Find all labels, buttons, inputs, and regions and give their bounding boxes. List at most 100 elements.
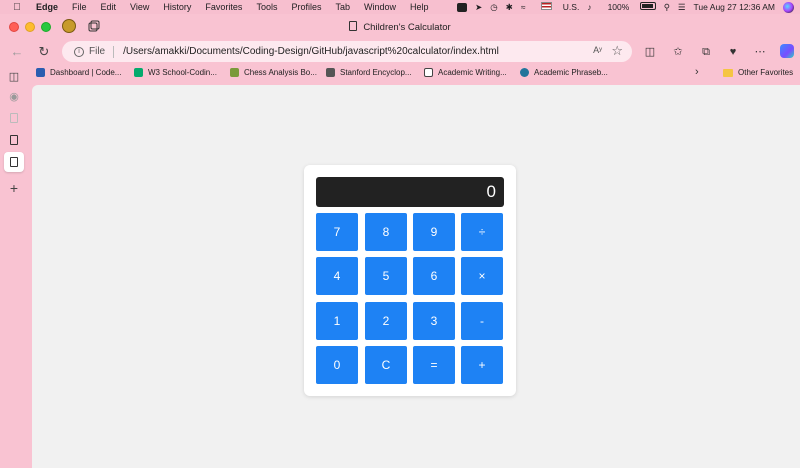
time-machine-icon[interactable]: ◷ xyxy=(490,2,497,13)
sidebar-tab-document[interactable] xyxy=(6,132,22,148)
bluetooth-icon[interactable]: ✱ xyxy=(506,2,513,13)
tab-panel-icon[interactable]: ◫ xyxy=(6,68,22,84)
sidebar-tab-document[interactable] xyxy=(6,110,22,126)
vertical-tabs: ◫ ◉ + xyxy=(0,71,30,468)
favorite-item[interactable]: Stanford Encyclop... xyxy=(326,68,412,77)
other-favorites[interactable]: Other Favorites xyxy=(723,68,793,77)
menu-window[interactable]: Window xyxy=(364,2,396,12)
key-4[interactable]: 4 xyxy=(316,257,358,295)
calculator: 0 7 8 9 ÷ 4 5 6 × 1 2 3 - 0 C = + xyxy=(304,165,516,396)
window-title-bar: Children's Calculator xyxy=(0,14,800,40)
document-icon xyxy=(10,135,18,145)
battery-status[interactable]: 100% xyxy=(600,2,656,12)
menu-app-edge[interactable]: Edge xyxy=(36,2,58,12)
favorite-label: Chess Analysis Bo... xyxy=(244,68,317,77)
back-button[interactable]: ← xyxy=(9,44,25,60)
wifi-icon[interactable]: ≈ xyxy=(521,2,526,12)
key-8[interactable]: 8 xyxy=(365,213,407,251)
menu-view[interactable]: View xyxy=(130,2,149,12)
address-divider xyxy=(113,45,115,58)
window-title-text: Children's Calculator xyxy=(363,22,451,33)
calculator-display: 0 xyxy=(316,177,504,207)
clock[interactable]: Tue Aug 27 12:36 AM xyxy=(694,2,775,12)
split-screen-icon[interactable]: ◫ xyxy=(642,44,658,60)
control-center-icon[interactable]: ☰ xyxy=(678,2,686,13)
favorite-item[interactable]: Chess Analysis Bo... xyxy=(230,68,317,77)
menu-edit[interactable]: Edit xyxy=(101,2,117,12)
menu-file[interactable]: File xyxy=(72,2,87,12)
url-text[interactable]: /Users/amakki/Documents/Coding-Design/Gi… xyxy=(123,46,499,57)
rocket-icon[interactable]: ➤ xyxy=(475,2,482,13)
menu-help[interactable]: Help xyxy=(410,2,429,12)
favorite-label: Academic Writing... xyxy=(438,68,507,77)
siri-icon[interactable] xyxy=(783,1,794,13)
favorites-icon[interactable]: ✩ xyxy=(670,44,686,60)
key-7[interactable]: 7 xyxy=(316,213,358,251)
key-equals[interactable]: = xyxy=(413,346,455,384)
document-icon xyxy=(10,113,18,123)
menu-tools[interactable]: Tools xyxy=(256,2,277,12)
favorite-label: Academic Phraseb... xyxy=(534,68,608,77)
new-tab-plus-icon[interactable]: + xyxy=(6,180,22,196)
other-favorites-label: Other Favorites xyxy=(738,68,794,77)
copilot-icon[interactable] xyxy=(780,44,794,58)
folder-icon xyxy=(723,68,733,77)
address-bar[interactable]: i File /Users/amakki/Documents/Coding-De… xyxy=(62,41,632,62)
menu-history[interactable]: History xyxy=(163,2,191,12)
file-scheme-label: File xyxy=(89,46,106,57)
sidebar-tab-active[interactable] xyxy=(4,152,24,172)
battery-icon xyxy=(639,2,656,10)
favorites-bar: Dashboard | Code... W3 School-Codin... C… xyxy=(0,64,800,82)
favorite-item[interactable]: Dashboard | Code... xyxy=(36,68,121,77)
battery-percent: 100% xyxy=(607,2,630,12)
favorite-item[interactable]: Academic Phraseb... xyxy=(520,68,608,77)
key-divide[interactable]: ÷ xyxy=(461,213,503,251)
favorite-label: W3 School-Codin... xyxy=(148,68,217,77)
collections-icon[interactable]: ⧉ xyxy=(698,44,714,60)
key-3[interactable]: 3 xyxy=(413,302,455,340)
menu-favorites[interactable]: Favorites xyxy=(205,2,242,12)
key-add[interactable]: + xyxy=(461,346,503,384)
github-tab-icon[interactable]: ◉ xyxy=(6,88,22,104)
volume-icon[interactable]: ♪ xyxy=(587,2,591,12)
us-flag-icon xyxy=(541,2,553,10)
page-icon xyxy=(424,68,433,77)
w3schools-icon xyxy=(134,68,143,77)
status-area: ➤ ◷ ✱ ≈ U.S. ♪ 100% ⚲ ☰ Tue Aug 27 12:36… xyxy=(449,0,794,14)
menu-tab[interactable]: Tab xyxy=(335,2,350,12)
favorite-item[interactable]: W3 School-Codin... xyxy=(134,68,217,77)
key-clear[interactable]: C xyxy=(365,346,407,384)
input-source[interactable]: U.S. xyxy=(533,2,579,12)
input-source-label: U.S. xyxy=(562,2,580,12)
read-aloud-icon[interactable]: Aʸ xyxy=(593,45,602,55)
key-multiply[interactable]: × xyxy=(461,257,503,295)
refresh-button[interactable]: ↻ xyxy=(36,44,52,60)
search-icon[interactable]: ⚲ xyxy=(664,2,670,13)
key-9[interactable]: 9 xyxy=(413,213,455,251)
apple-icon[interactable]:  xyxy=(10,2,24,13)
menu-profiles[interactable]: Profiles xyxy=(291,2,321,12)
wordpress-icon xyxy=(520,68,529,77)
document-icon xyxy=(349,21,358,31)
page-viewport: 0 7 8 9 ÷ 4 5 6 × 1 2 3 - 0 C = + xyxy=(32,85,800,468)
chevron-right-icon[interactable]: › xyxy=(695,66,699,78)
info-icon[interactable]: i xyxy=(74,46,84,57)
key-2[interactable]: 2 xyxy=(365,302,407,340)
browser-toolbar: ← ↻ i File /Users/amakki/Documents/Codin… xyxy=(0,40,800,64)
macos-menu-bar:  Edge File Edit View History Favorites … xyxy=(0,0,800,14)
key-1[interactable]: 1 xyxy=(316,302,358,340)
stanford-icon xyxy=(326,68,335,77)
more-menu-icon[interactable]: ⋯ xyxy=(752,44,768,60)
key-0[interactable]: 0 xyxy=(316,346,358,384)
favorite-label: Dashboard | Code... xyxy=(50,68,122,77)
key-5[interactable]: 5 xyxy=(365,257,407,295)
key-6[interactable]: 6 xyxy=(413,257,455,295)
key-subtract[interactable]: - xyxy=(461,302,503,340)
browser-essentials-icon[interactable]: ♥ xyxy=(725,44,741,60)
chess-icon xyxy=(230,68,239,77)
window-title: Children's Calculator xyxy=(0,21,800,33)
favorite-item[interactable]: Academic Writing... xyxy=(424,68,507,77)
document-icon xyxy=(10,157,18,167)
favorite-star-icon[interactable]: ☆ xyxy=(611,43,623,59)
app-status-icon[interactable] xyxy=(457,2,468,12)
